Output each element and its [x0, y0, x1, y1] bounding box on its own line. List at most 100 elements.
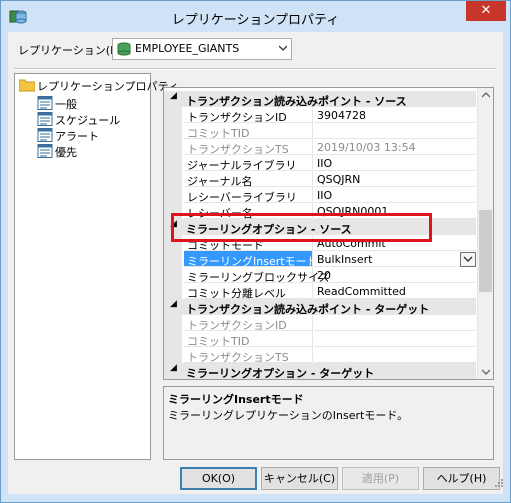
grid-row-gutter — [164, 107, 182, 123]
grid-property-row[interactable]: コミットモードAutoCommit — [164, 379, 476, 380]
collapse-caret-icon[interactable]: ◢ — [170, 299, 177, 309]
grid-row-gutter — [164, 171, 182, 187]
grid-property-name[interactable]: ミラーリングInsertモード — [184, 251, 318, 268]
description-text: ミラーリングレプリケーションのInsertモード。 — [168, 409, 409, 422]
chevron-down-icon — [463, 256, 473, 262]
collapse-caret-icon[interactable]: ◢ — [170, 363, 177, 373]
grid-property-name[interactable]: コミットTID — [184, 123, 313, 140]
collapse-caret-icon[interactable]: ◢ — [170, 91, 177, 101]
grid-property-name[interactable]: トランザクションID — [184, 107, 313, 124]
grid-property-name[interactable]: トランザクションTS — [184, 347, 313, 364]
grid-row-gutter — [164, 139, 182, 155]
grid-property-value[interactable]: AutoCommit — [314, 379, 476, 380]
grid-property-name[interactable]: トランザクションTS — [184, 139, 313, 156]
property-page-icon — [37, 112, 53, 126]
apply-button[interactable]: 適用(P) — [342, 467, 419, 490]
tree-item-label: 優先 — [55, 146, 77, 159]
grid-category-row[interactable]: ◢ トランザクション読み込みポイント - ソース — [164, 91, 476, 108]
grid-property-row[interactable]: トランザクションTS 2019/10/03 13:54 — [164, 139, 476, 156]
replication-select[interactable]: EMPLOYEE_GIANTS — [112, 38, 292, 60]
ok-button[interactable]: OK(O) — [180, 467, 257, 490]
property-tree: レプリケーションプロパティ 一般 スケジュール アラート 優先 — [14, 73, 179, 460]
grid-property-name[interactable]: レシーバーライブラリ — [184, 187, 313, 204]
grid-property-value[interactable]: QSQJRN — [314, 171, 476, 187]
grid-property-row[interactable]: コミットTID — [164, 123, 476, 140]
grid-property-row[interactable]: コミット分離レベル ReadCommitted — [164, 283, 476, 300]
grid-property-value[interactable]: IIO — [314, 155, 476, 171]
tree-item-label: スケジュール — [55, 114, 121, 127]
grid-property-value-text: 3904728 — [317, 109, 366, 122]
folder-icon — [19, 79, 35, 92]
grid-property-value-text: 2019/10/03 13:54 — [317, 141, 416, 154]
database-icon — [117, 42, 131, 56]
scroll-down-icon[interactable] — [482, 369, 490, 375]
grid-property-value[interactable]: ReadCommitted — [314, 283, 476, 299]
grid-category-row[interactable]: ◢ ミラーリングオプション - ターゲット — [164, 363, 476, 379]
grid-property-value[interactable] — [314, 123, 476, 139]
help-button[interactable]: ヘルプ(H) — [423, 467, 500, 490]
grid-property-row[interactable]: トランザクションID 3904728 — [164, 107, 476, 124]
description-panel: ミラーリングInsertモード ミラーリングレプリケーションのInsertモード… — [163, 386, 494, 460]
grid-row-gutter — [164, 123, 182, 139]
window-title: レプリケーションプロパティ — [171, 13, 340, 28]
property-page-icon — [37, 144, 53, 158]
vertical-scrollbar[interactable] — [477, 88, 493, 379]
grid-property-name[interactable]: ジャーナルライブラリ — [184, 155, 313, 172]
grid-property-name[interactable]: コミット分離レベル — [184, 283, 313, 300]
grid-row-gutter — [164, 315, 182, 331]
grid-row-gutter — [164, 187, 182, 203]
grid-row-gutter — [164, 283, 182, 299]
grid-property-value[interactable]: BulkInsert — [314, 251, 476, 267]
grid-property-value[interactable]: 3904728 — [314, 107, 476, 123]
grid-row-gutter — [164, 347, 182, 363]
grid-property-value-text: QSQJRN — [317, 173, 361, 186]
tree-item-label: アラート — [55, 130, 99, 143]
grid-property-row[interactable]: トランザクションTS — [164, 347, 476, 364]
tree-item-label: レプリケーションプロパティ — [37, 80, 179, 93]
dialog-client-area: レプリケーション(R) EMPLOYEE_GIANTS レプリケーションプロパテ… — [8, 32, 503, 494]
cancel-button[interactable]: キャンセル(C) — [261, 467, 338, 490]
grid-row-gutter — [164, 155, 182, 171]
separator — [14, 68, 496, 70]
grid-property-row[interactable]: ジャーナル名 QSQJRN — [164, 171, 476, 188]
scroll-up-icon[interactable] — [482, 92, 490, 98]
grid-property-value[interactable]: 20 — [314, 267, 476, 283]
resize-grip-icon[interactable] — [495, 479, 503, 487]
grid-category-row[interactable]: ◢ トランザクション読み込みポイント - ターゲット — [164, 299, 476, 316]
description-title: ミラーリングInsertモード — [168, 393, 304, 406]
grid-property-value-text: IIO — [317, 157, 333, 170]
property-page-icon — [37, 96, 53, 110]
grid-property-row[interactable]: レシーバーライブラリ IIO — [164, 187, 476, 204]
property-page-icon — [37, 128, 53, 142]
value-dropdown-button[interactable] — [460, 252, 476, 267]
close-button[interactable]: ✕ — [466, 1, 506, 21]
title-bar: レプリケーションプロパティ ✕ — [1, 1, 510, 32]
grid-row-gutter — [164, 251, 182, 267]
grid-property-value-text: ReadCommitted — [317, 285, 406, 298]
grid-property-name[interactable]: トランザクションID — [184, 315, 313, 332]
highlight-box — [171, 213, 432, 242]
grid-property-row[interactable]: ジャーナルライブラリ IIO — [164, 155, 476, 172]
grid-category-label: ミラーリングオプション - ターゲット — [186, 367, 375, 380]
grid-property-value-text: BulkInsert — [317, 253, 373, 266]
grid-property-row[interactable]: ミラーリングInsertモード BulkInsert — [164, 251, 476, 268]
grid-property-value[interactable] — [314, 347, 476, 363]
grid-property-value[interactable]: 2019/10/03 13:54 — [314, 139, 476, 155]
grid-property-row[interactable]: トランザクションID — [164, 315, 476, 332]
grid-property-value[interactable] — [314, 331, 476, 347]
grid-property-name[interactable]: ジャーナル名 — [184, 171, 313, 188]
grid-property-name[interactable]: コミットTID — [184, 331, 313, 348]
dialog-window: レプリケーションプロパティ ✕ レプリケーション(R) EMPLOYEE_GIA… — [0, 0, 511, 503]
grid-property-value[interactable] — [314, 315, 476, 331]
chevron-down-icon — [279, 45, 287, 51]
scrollbar-thumb[interactable] — [479, 210, 492, 292]
grid-property-name[interactable]: コミットモード — [184, 379, 313, 380]
grid-property-name[interactable]: ミラーリングブロックサイズ — [184, 267, 330, 284]
tree-item-label: 一般 — [55, 98, 77, 111]
grid-property-row[interactable]: ミラーリングブロックサイズ 20 — [164, 267, 476, 284]
grid-property-value-text: 20 — [317, 269, 331, 282]
grid-property-value-text: IIO — [317, 189, 333, 202]
grid-property-value[interactable]: IIO — [314, 187, 476, 203]
grid-property-row[interactable]: コミットTID — [164, 331, 476, 348]
grid-row-gutter — [164, 379, 182, 380]
